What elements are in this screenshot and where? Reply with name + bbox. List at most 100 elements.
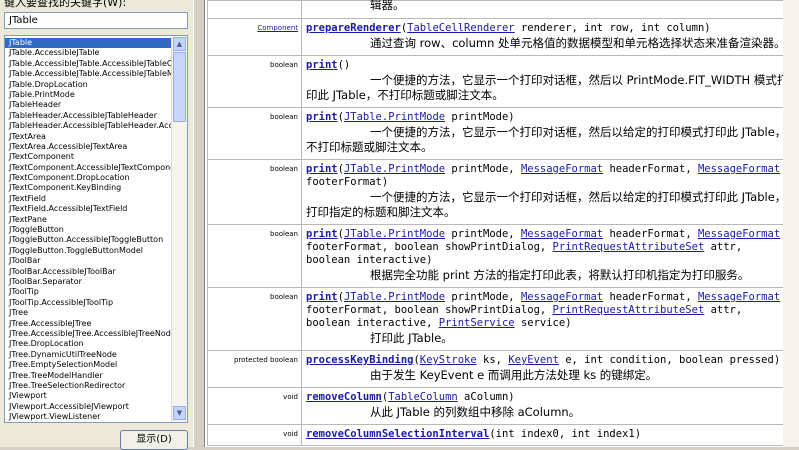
index-list-item[interactable]: JTable.AccessibleJTable.AccessibleJTable… xyxy=(5,59,171,69)
index-list-item[interactable]: JTree.TreeModelHandler xyxy=(5,371,171,381)
index-list-item[interactable]: JToolBar.AccessibleJToolBar xyxy=(5,267,171,277)
index-list-item[interactable]: JTextField.AccessibleJTextField xyxy=(5,204,171,214)
method-description: 根据完全功能 print 方法的指定打印此表，将默认打印机指定为打印服务。 xyxy=(306,268,792,283)
return-type: boolean xyxy=(270,230,298,238)
signature-text: (int index0, int index1) xyxy=(489,428,642,440)
method-name-link[interactable]: prepareRenderer xyxy=(306,22,401,34)
scroll-up-button[interactable]: ▲ xyxy=(173,37,186,51)
return-type-cell: boolean xyxy=(207,287,302,351)
method-name-link[interactable]: removeColumn xyxy=(306,391,382,403)
return-type-link[interactable]: Component xyxy=(257,24,298,32)
table-row: boolean print() 一个便捷的方法，它显示一个打印对话框，然后以 Pri… xyxy=(207,55,797,108)
index-list-item[interactable]: JViewport xyxy=(5,391,171,401)
type-link[interactable]: TableColumn xyxy=(388,391,458,403)
type-link[interactable]: MessageFormat xyxy=(521,291,603,303)
type-link[interactable]: TableCellRenderer xyxy=(407,22,514,34)
index-list-item[interactable]: JToolBar xyxy=(5,256,171,266)
signature-text: () xyxy=(337,59,351,71)
return-type-cell: protected boolean xyxy=(207,350,302,388)
type-link[interactable]: KeyStroke xyxy=(420,354,477,366)
type-link[interactable]: MessageFormat xyxy=(521,163,603,175)
method-cell: print(JTable.PrintMode printMode, Messag… xyxy=(301,159,797,225)
index-list-item[interactable]: JToolBar.Separator xyxy=(5,277,171,287)
method-name-link[interactable]: print xyxy=(306,163,338,175)
index-items: JTable JTable.AccessibleJTable JTable.Acce… xyxy=(5,38,171,422)
index-list-item[interactable]: JTree.EmptySelectionModel xyxy=(5,360,171,370)
index-list-item[interactable]: JToggleButton xyxy=(5,225,171,235)
table-row: boolean print(JTable.PrintMode printMode)… xyxy=(207,107,797,160)
type-link[interactable]: MessageFormat xyxy=(698,228,780,240)
index-list-item[interactable]: JTree.DropLocation xyxy=(5,339,171,349)
index-list-item[interactable]: JTable.DropLocation xyxy=(5,80,171,90)
table-row: 辑器。 xyxy=(207,0,797,19)
index-list-item[interactable]: JToggleButton.ToggleButtonModel xyxy=(5,246,171,256)
index-list-item[interactable]: JTable.PrintMode xyxy=(5,90,171,100)
method-description-text: 由于发生 KeyEvent e 而调用此方法处理 ks 的键绑定。 xyxy=(370,368,658,382)
signature-text: headerFormat, xyxy=(603,291,698,303)
index-list-item[interactable]: JTextPane xyxy=(5,215,171,225)
scroll-down-button[interactable]: ▼ xyxy=(173,406,186,420)
method-name-link[interactable]: processKeyBinding xyxy=(306,354,413,366)
table-row: protected boolean processKeyBinding(KeySt… xyxy=(207,350,797,388)
index-list-item[interactable]: JTree.TreeSelectionRedirector xyxy=(5,381,171,391)
index-list-item[interactable]: JTree.DynamicUtilTreeNode xyxy=(5,350,171,360)
signature-text: ks, xyxy=(476,354,509,366)
index-list-item[interactable]: JToggleButton.AccessibleJToggleButton xyxy=(5,235,171,245)
index-list-item[interactable]: JTableHeader.AccessibleJTableHeader.Acce… xyxy=(5,121,171,131)
return-type: boolean xyxy=(270,61,298,69)
type-link[interactable]: MessageFormat xyxy=(698,163,780,175)
index-list-item[interactable]: JTextField xyxy=(5,194,171,204)
index-list-item[interactable]: JTextComponent.KeyBinding xyxy=(5,183,171,193)
return-type-cell: void xyxy=(207,424,302,446)
type-link[interactable]: PrintRequestAttributeSet xyxy=(553,304,705,316)
type-link[interactable]: PrintRequestAttributeSet xyxy=(553,241,705,253)
index-list-item[interactable]: JTextComponent xyxy=(5,152,171,162)
type-link[interactable]: MessageFormat xyxy=(521,228,603,240)
doc-scrollbar[interactable] xyxy=(783,0,799,447)
index-list-item[interactable]: JTable.AccessibleJTable.AccessibleJTable… xyxy=(5,69,171,79)
index-list-scrollbar[interactable]: ▲ ▼ xyxy=(171,36,187,422)
index-list-item[interactable]: JTextComponent.DropLocation xyxy=(5,173,171,183)
index-list-item[interactable]: JTableHeader xyxy=(5,100,171,110)
method-name-link[interactable]: print xyxy=(306,228,338,240)
method-description: 辑器。 xyxy=(370,0,405,12)
index-list-item[interactable]: JTextArea.AccessibleJTextArea xyxy=(5,142,171,152)
index-list-item[interactable]: JTextComponent.AccessibleJTextComponent xyxy=(5,163,171,173)
method-name-link[interactable]: print xyxy=(306,59,338,71)
show-button[interactable]: 显示(D) xyxy=(120,430,188,450)
index-list-item[interactable]: JViewport.AccessibleJViewport xyxy=(5,402,171,412)
return-type: protected boolean xyxy=(233,356,298,364)
index-list-item[interactable]: JToolTip.AccessibleJToolTip xyxy=(5,298,171,308)
index-list-item[interactable]: JTree.AccessibleJTree.AccessibleJTreeNod… xyxy=(5,329,171,339)
method-name-link[interactable]: print xyxy=(306,291,338,303)
method-name-link[interactable]: print xyxy=(306,111,338,123)
index-list-item[interactable]: JTree xyxy=(5,308,171,318)
index-list-item[interactable]: JToolTip xyxy=(5,287,171,297)
method-description-text: 从此 JTable 的列数组中移除 aColumn。 xyxy=(370,405,581,419)
index-list-item[interactable]: JTable xyxy=(5,38,171,49)
method-signature: print(JTable.PrintMode printMode) xyxy=(306,111,792,124)
index-list[interactable]: JTable JTable.AccessibleJTable JTable.Acce… xyxy=(4,35,188,423)
keyword-input[interactable]: JTable xyxy=(4,12,188,29)
type-link[interactable]: MessageFormat xyxy=(698,291,780,303)
type-link[interactable]: JTable.PrintMode xyxy=(344,291,445,303)
method-cell: print() 一个便捷的方法，它显示一个打印对话框，然后以 PrintMode.… xyxy=(301,55,797,108)
scrollbar-thumb[interactable] xyxy=(173,52,186,122)
type-link[interactable]: KeyEvent xyxy=(508,354,559,366)
index-list-item[interactable]: JTableHeader.AccessibleJTableHeader xyxy=(5,111,171,121)
type-link[interactable]: JTable.PrintMode xyxy=(344,163,445,175)
type-link[interactable]: JTable.PrintMode xyxy=(344,228,445,240)
index-list-item[interactable]: JTree.AccessibleJTree xyxy=(5,319,171,329)
index-list-item[interactable]: JTextArea xyxy=(5,132,171,142)
index-list-item[interactable]: JViewport.ViewListener xyxy=(5,412,171,422)
method-name-link[interactable]: removeColumnSelectionInterval xyxy=(306,428,489,440)
table-row: void removeColumn(TableColumn aColumn) 从此 … xyxy=(207,387,797,425)
signature-text: headerFormat, xyxy=(603,228,698,240)
method-description: 从此 JTable 的列数组中移除 aColumn。 xyxy=(306,405,792,420)
method-description-text: 一个便捷的方法，它显示一个打印对话框，然后以给定的打印模式打印此 JTable，… xyxy=(306,190,787,219)
type-link[interactable]: PrintService xyxy=(439,317,515,329)
type-link[interactable]: JTable.PrintMode xyxy=(344,111,445,123)
pane-splitter[interactable] xyxy=(193,0,205,447)
method-description: 由于发生 KeyEvent e 而调用此方法处理 ks 的键绑定。 xyxy=(306,368,792,383)
index-list-item[interactable]: JTable.AccessibleJTable xyxy=(5,48,171,58)
